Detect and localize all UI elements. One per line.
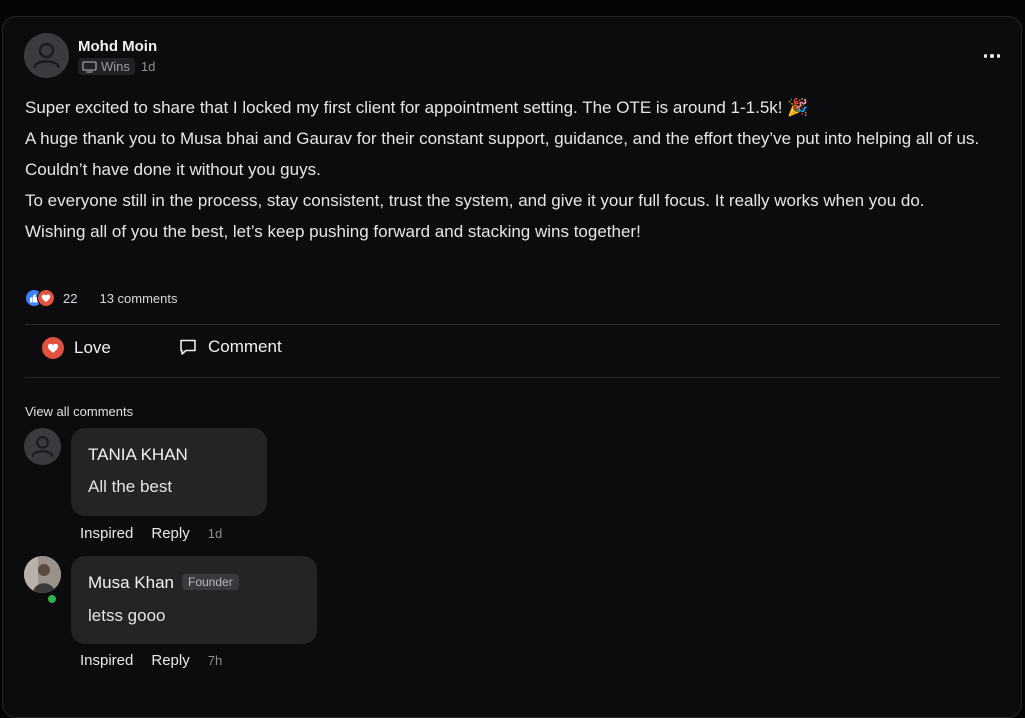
author-avatar[interactable]: [24, 33, 69, 78]
comment-time: 7h: [207, 653, 223, 668]
reply-button[interactable]: Reply: [151, 525, 189, 542]
monitor-icon: [82, 60, 97, 73]
reaction-summary[interactable]: 22 13 comments: [25, 289, 178, 307]
view-all-comments-link[interactable]: View all comments: [25, 404, 133, 419]
comment-button[interactable]: Comment: [178, 337, 282, 357]
more-dot: [990, 54, 994, 58]
commenter-avatar[interactable]: [24, 428, 61, 465]
post-paragraph: A huge thank you to Musa bhai and Gaurav…: [25, 129, 980, 179]
reply-button[interactable]: Reply: [151, 652, 189, 669]
reaction-count: 22: [63, 290, 78, 306]
love-label: Love: [74, 338, 111, 357]
divider: [25, 324, 1000, 325]
post-paragraph: Wishing all of you the best, let’s keep …: [25, 222, 641, 241]
inspired-button[interactable]: Inspired: [80, 652, 133, 669]
comment-actions: Inspired Reply 1d: [80, 525, 222, 542]
post-time: 1d: [140, 59, 156, 74]
love-button[interactable]: Love: [42, 337, 111, 359]
more-dot: [996, 54, 1001, 58]
comment-label: Comment: [208, 337, 282, 356]
more-options-button[interactable]: [981, 45, 1003, 67]
heart-icon: [37, 289, 55, 307]
post-body: Super excited to share that I locked my …: [25, 92, 1005, 247]
comment-actions: Inspired Reply 7h: [80, 652, 222, 669]
comment-bubble: TANIA KHAN All the best: [71, 428, 267, 516]
user-avatar-icon: [24, 33, 69, 78]
category-chip[interactable]: Wins: [78, 58, 135, 75]
founder-badge: Founder: [182, 574, 239, 590]
comment-text: letss gooo: [88, 606, 166, 625]
comment-count[interactable]: 13 comments: [99, 291, 177, 306]
post-meta: Wins 1d: [78, 58, 155, 75]
commenter-avatar[interactable]: [24, 556, 61, 593]
inspired-button[interactable]: Inspired: [80, 525, 133, 542]
post-paragraph: Super excited to share that I locked my …: [25, 98, 809, 117]
post-paragraph: To everyone still in the process, stay c…: [25, 191, 925, 210]
comment-text: All the best: [88, 477, 173, 496]
user-photo: [24, 556, 61, 593]
more-dots-icon: [983, 54, 988, 58]
author-name[interactable]: Mohd Moin: [78, 38, 157, 55]
post-card: Mohd Moin Wins 1d Super excited to share…: [2, 16, 1022, 718]
heart-icon: [42, 337, 64, 359]
comment-icon: [180, 339, 196, 355]
comment-bubble: Musa Khan Founder letss gooo: [71, 556, 317, 644]
online-status-indicator: [46, 593, 58, 605]
user-avatar-icon: [24, 428, 61, 465]
comment-time: 1d: [207, 526, 223, 541]
comment-author[interactable]: TANIA KHAN: [88, 445, 188, 465]
divider: [25, 377, 1000, 378]
comment-author[interactable]: Musa Khan: [88, 573, 174, 592]
category-label: Wins: [101, 59, 130, 74]
comment-author-row: Musa Khan Founder: [88, 573, 239, 593]
